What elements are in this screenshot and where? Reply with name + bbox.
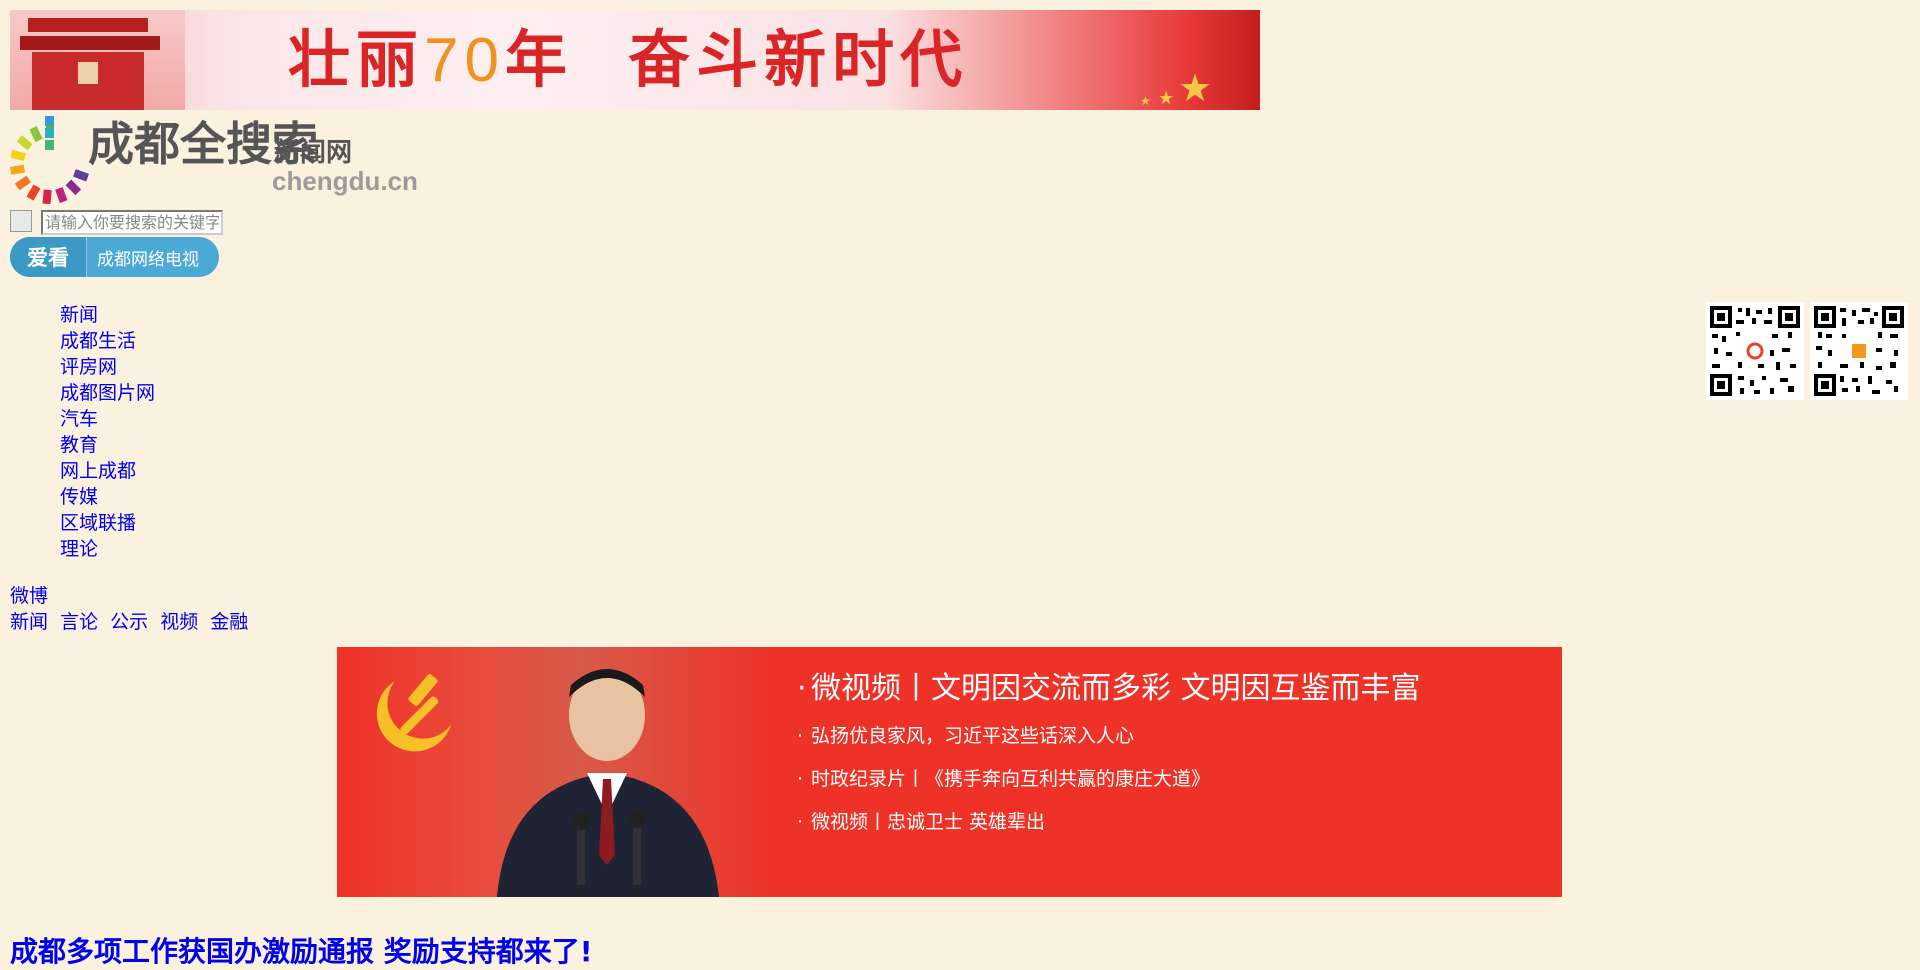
- banner-slogan: 壮丽70年 奋斗新时代: [288, 23, 969, 96]
- subnav-item-notice[interactable]: 公示: [110, 611, 148, 633]
- nav-item-news[interactable]: 新闻: [60, 304, 98, 326]
- speaker-photo: [497, 669, 719, 897]
- aikan-logo: 爱看: [10, 237, 87, 277]
- nav-item-theory[interactable]: 理论: [60, 538, 98, 560]
- nav-item-media[interactable]: 传媒: [60, 486, 98, 508]
- logo-ring-icon: [10, 116, 89, 204]
- feature-photo[interactable]: [337, 647, 777, 897]
- nav-item-education[interactable]: 教育: [60, 434, 98, 456]
- nav-item-photos[interactable]: 成都图片网: [60, 382, 155, 404]
- feature-item-link[interactable]: 时政纪录片丨《携手奔向互利共赢的康庄大道》: [811, 768, 1210, 790]
- nav-item-online-chengdu[interactable]: 网上成都: [60, 460, 136, 482]
- main-nav: 新闻 成都生活 评房网 成都图片网 汽车 教育 网上成都 传媒 区域联播 理论: [60, 302, 155, 562]
- subnav-item-finance[interactable]: 金融: [210, 611, 248, 633]
- tiananmen-gate-image: [10, 10, 185, 110]
- search-submit-button[interactable]: [10, 210, 32, 232]
- star-icon: ★: [1158, 88, 1175, 109]
- feature-panel: 微视频丨文明因交流而多彩 文明因互鉴而丰富 弘扬优良家风，习近平这些话深入人心 …: [337, 647, 1562, 897]
- feature-item-link[interactable]: 微视频丨忠诚卫士 英雄辈出: [811, 811, 1045, 833]
- main-headline-link[interactable]: 成都多项工作获国办激励通报 奖励支持都来了!: [10, 934, 593, 970]
- qr-code-wechat: [1810, 302, 1908, 400]
- aikan-tv-button[interactable]: 爱看 成都网络电视: [10, 237, 219, 277]
- feature-news-list: 微视频丨文明因交流而多彩 文明因互鉴而丰富 弘扬优良家风，习近平这些话深入人心 …: [797, 665, 1421, 852]
- feature-item-link[interactable]: 弘扬优良家风，习近平这些话深入人心: [811, 725, 1134, 747]
- aikan-label: 成都网络电视: [97, 249, 199, 270]
- weibo-link[interactable]: 微博: [10, 583, 48, 609]
- nav-item-auto[interactable]: 汽车: [60, 408, 98, 430]
- qr-code-icon: [1710, 306, 1800, 396]
- star-icon: ★: [1140, 94, 1151, 108]
- logo-domain: chengdu.cn: [272, 166, 418, 196]
- nav-item-regional[interactable]: 区域联播: [60, 512, 136, 534]
- nav-item-housing[interactable]: 评房网: [60, 356, 117, 378]
- star-icon: ★: [1178, 66, 1213, 110]
- nav-item-life[interactable]: 成都生活: [60, 330, 136, 352]
- subnav-item-video[interactable]: 视频: [160, 611, 198, 633]
- party-emblem-icon: [376, 673, 451, 752]
- site-logo[interactable]: 成都全搜索 新闻网 chengdu.cn: [10, 112, 430, 204]
- sub-nav: 新闻 言论 公示 视频 金融: [10, 609, 254, 635]
- search-input[interactable]: [41, 210, 223, 235]
- top-banner[interactable]: 壮丽70年 奋斗新时代 ★ ★ ★: [10, 10, 1260, 110]
- qr-code-icon: [1814, 306, 1904, 396]
- feature-headline-link[interactable]: 微视频丨文明因交流而多彩 文明因互鉴而丰富: [811, 671, 1421, 706]
- logo-suffix: 新闻网: [274, 138, 353, 168]
- qr-code-app: [1706, 302, 1804, 400]
- subnav-item-news[interactable]: 新闻: [10, 611, 48, 633]
- subnav-item-opinion[interactable]: 言论: [60, 611, 98, 633]
